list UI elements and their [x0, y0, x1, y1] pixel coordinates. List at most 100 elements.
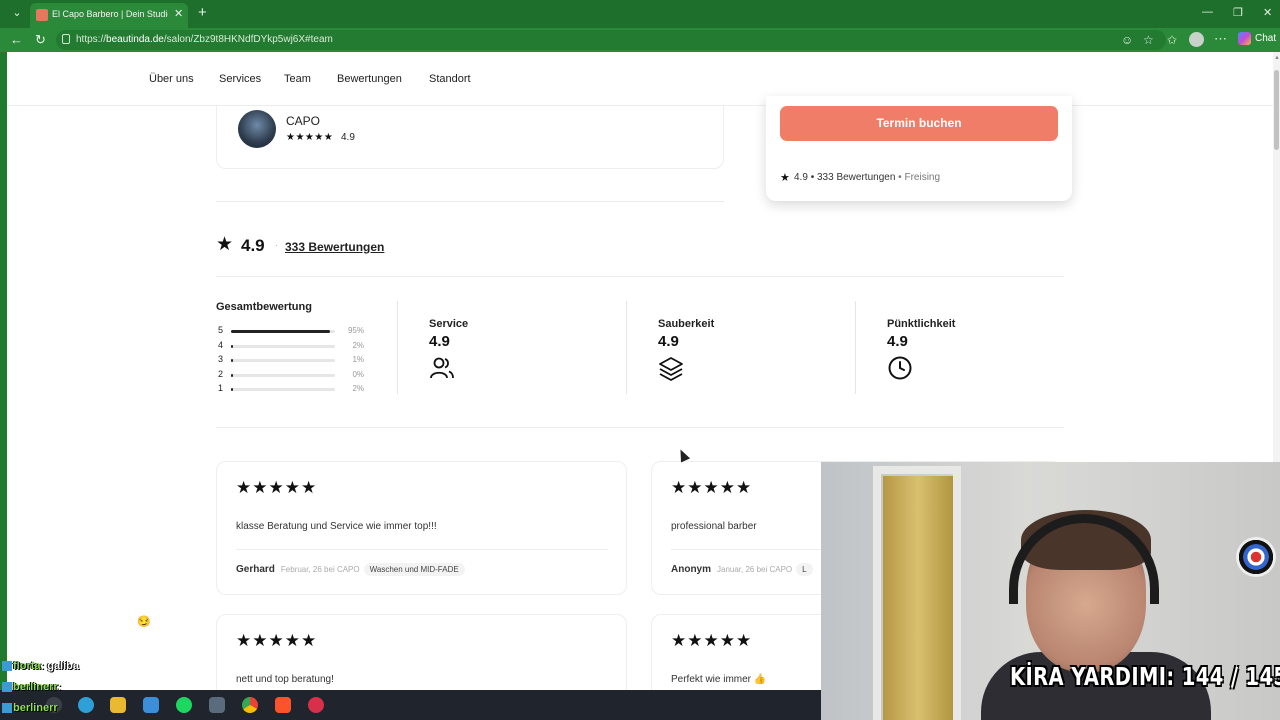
chat-message: berlinerr	[2, 702, 58, 714]
review-stars-icon: ★★★★★	[671, 631, 753, 650]
review-count-link[interactable]: 333 Bewertungen	[285, 240, 384, 254]
people-icon	[430, 357, 454, 379]
clock-icon	[888, 356, 912, 380]
review-text: nett und top beratung!	[236, 674, 334, 685]
distribution-row: 3 1%	[218, 354, 368, 366]
bookmark-star-icon[interactable]: ☆	[1143, 33, 1154, 47]
distribution-percent: 2%	[352, 341, 364, 350]
category-value-puenktlichkeit: 4.9	[887, 333, 908, 350]
copilot-chat-button[interactable]: Chat	[1238, 32, 1276, 48]
goal-counter: KİRA YARDIMI: 144 / 145	[1010, 662, 1280, 691]
obs-icon[interactable]	[308, 697, 324, 713]
calculator-icon[interactable]	[209, 697, 225, 713]
divider	[216, 201, 724, 202]
star-icon: ★	[780, 172, 790, 184]
chat-message: berlinerr:	[2, 681, 61, 693]
barber-card[interactable]: CAPO ★★★★★ 4.9	[216, 106, 724, 169]
review-stars-icon: ★★★★★	[671, 478, 753, 497]
review-divider	[236, 549, 608, 550]
distribution-bar-track	[231, 388, 335, 391]
divider	[216, 427, 1064, 428]
back-arrow-icon[interactable]: ←	[10, 32, 23, 47]
nav-link-services[interactable]: Services	[219, 73, 261, 85]
category-title-sauberkeit: Sauberkeit	[658, 318, 715, 330]
browser-tab[interactable]: El Capo Barbero | Dein Studio in Freisin…	[30, 3, 188, 28]
review-text: professional barber	[671, 521, 757, 532]
distribution-star-label: 4	[218, 340, 224, 350]
review-stars-icon: ★★★★★	[236, 478, 318, 497]
url-field[interactable]: https://beautinda.de/salon/Zbz9t8HKNdfDY…	[56, 30, 1166, 50]
overall-rating-title: Gesamtbewertung	[216, 301, 312, 313]
scrollbar-thumb[interactable]	[1274, 70, 1279, 150]
book-appointment-button[interactable]: Termin buchen	[780, 106, 1058, 141]
rating-star-icon: ★	[216, 234, 234, 255]
barber-avatar	[238, 110, 276, 148]
review-text: Perfekt wie immer 👍	[671, 674, 767, 685]
door	[883, 476, 953, 720]
distribution-bar-track	[231, 359, 335, 362]
service-tag: L	[796, 563, 813, 576]
copilot-icon	[1238, 32, 1251, 45]
site-navigation: Über uns Services Team Bewertungen Stand…	[7, 52, 1273, 106]
column-divider	[855, 301, 856, 394]
new-tab-icon[interactable]: +	[198, 4, 207, 21]
distribution-row: 4 2%	[218, 340, 368, 352]
average-rating: 4.9	[241, 236, 265, 255]
close-tab-icon[interactable]: ✕	[174, 7, 183, 20]
distribution-bar-track	[231, 345, 335, 348]
category-value-sauberkeit: 4.9	[658, 333, 679, 350]
distribution-percent: 2%	[352, 384, 364, 393]
dartboard	[1236, 537, 1276, 577]
separator-dot: ·	[275, 240, 278, 250]
distribution-row: 5 95%	[218, 325, 368, 337]
reader-mode-icon[interactable]: ☺	[1121, 33, 1133, 47]
emote-icon: 😏	[137, 616, 151, 628]
window-close-icon[interactable]: ✕	[1263, 6, 1272, 19]
distribution-bar-fill	[231, 388, 234, 391]
column-divider	[397, 301, 398, 394]
scroll-up-icon[interactable]: ▲	[1274, 55, 1280, 61]
distribution-star-label: 3	[218, 354, 224, 364]
spotify-icon[interactable]	[176, 697, 192, 713]
edge-browser-icon[interactable]	[78, 697, 94, 713]
layers-icon	[659, 357, 683, 381]
maximize-icon[interactable]: ❐	[1233, 6, 1243, 19]
minimize-icon[interactable]: —	[1202, 6, 1213, 18]
service-tag: Waschen und MID-FADE	[363, 563, 465, 576]
nav-link-ueber-uns[interactable]: Über uns	[149, 73, 194, 85]
distribution-row: 2 0%	[218, 369, 368, 381]
store-icon[interactable]	[143, 697, 159, 713]
chat-badge-icon	[2, 661, 12, 672]
site-favicon-icon	[36, 9, 48, 21]
more-menu-icon[interactable]: ⋯	[1214, 31, 1227, 47]
nav-link-bewertungen[interactable]: Bewertungen	[337, 73, 402, 85]
chat-badge-icon	[2, 682, 12, 693]
distribution-star-label: 5	[218, 325, 224, 335]
chrome-icon[interactable]	[242, 697, 258, 713]
barber-name: CAPO	[286, 114, 321, 128]
category-title-puenktlichkeit: Pünktlichkeit	[887, 318, 956, 330]
column-divider	[626, 301, 627, 394]
tab-list-chevron-icon[interactable]: ⌄	[8, 6, 26, 22]
reload-icon[interactable]: ↻	[35, 32, 46, 48]
review-text: klasse Beratung und Service wie immer to…	[236, 521, 437, 532]
file-explorer-icon[interactable]	[110, 697, 126, 713]
divider	[216, 276, 1064, 277]
review-author-line: Anonym Januar, 26 bei CAPO L	[671, 563, 813, 576]
profile-avatar-icon[interactable]	[1189, 32, 1204, 47]
barber-stars-icon: ★★★★★	[286, 132, 334, 143]
distribution-percent: 95%	[347, 326, 364, 335]
nav-link-team[interactable]: Team	[284, 73, 311, 85]
chat-message: florta: galiba	[2, 660, 79, 672]
favorites-icon[interactable]: ✩	[1167, 33, 1177, 47]
tab-title: El Capo Barbero | Dein Studio in Freisin…	[52, 9, 168, 19]
distribution-bar-fill	[231, 345, 234, 348]
distribution-bar-fill	[231, 374, 233, 377]
booking-card: Termin buchen ★ 4.9 • 333 Bewertungen • …	[766, 96, 1072, 201]
review-card: ★★★★★ nett und top beratung!	[216, 614, 627, 690]
distribution-bar-track	[231, 330, 335, 333]
review-card: ★★★★★ klasse Beratung und Service wie im…	[216, 461, 627, 595]
brave-icon[interactable]	[275, 697, 291, 713]
nav-link-standort[interactable]: Standort	[429, 73, 471, 85]
booking-summary: 4.9 • 333 Bewertungen • Freising	[794, 172, 941, 183]
